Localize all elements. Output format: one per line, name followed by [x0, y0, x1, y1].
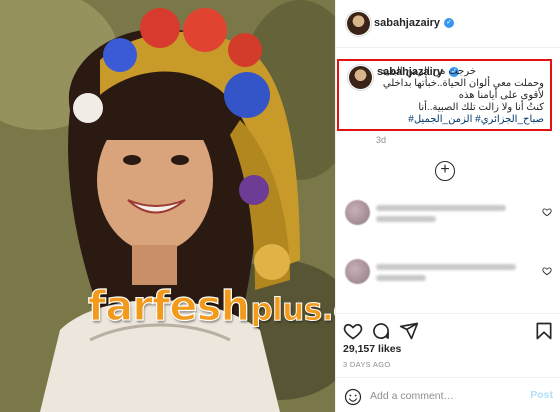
post-date[interactable]: 3 DAYS AGO [343, 360, 390, 369]
caption-hashtags[interactable]: صباح_الجزائري# الزمن_الجميل# [408, 114, 544, 126]
save-icon[interactable] [534, 321, 554, 341]
watermark-main: farfesh [87, 281, 250, 330]
caption-line-1: خرجت من الزمن البعيد [380, 66, 476, 77]
comment-item [336, 256, 560, 290]
header-username[interactable]: sabahjazairy [374, 17, 440, 29]
comment-like-icon[interactable] [542, 266, 552, 276]
share-icon[interactable] [399, 321, 419, 341]
verified-icon: ✓ [444, 18, 454, 28]
emoji-icon[interactable] [344, 388, 362, 406]
like-icon[interactable] [343, 321, 363, 341]
comment-avatar[interactable] [345, 200, 370, 225]
post-header: sabahjazairy ✓ [336, 0, 560, 48]
comment-item [336, 197, 560, 231]
comment-avatar[interactable] [345, 259, 370, 284]
comment-like-icon[interactable] [542, 207, 552, 217]
comment-text-blurred [376, 216, 436, 222]
add-circle-icon[interactable]: + [435, 161, 455, 181]
caption-line-4: كنتُ أنا ولا زالت تلك الصبية..أنا [418, 102, 544, 113]
comment-icon[interactable] [371, 321, 391, 341]
caption-line-2: وحملت معي ألوان الحياة..خبأتها بداخلي [382, 78, 544, 89]
caption-age: 3d [376, 135, 387, 145]
post-comment-button[interactable]: Post [530, 389, 553, 401]
comment-text-blurred [376, 205, 506, 211]
caption-highlight: sabahjazairy ✓ خرجت من الزمن البعيد وحمل… [337, 59, 552, 131]
comment-text-blurred [376, 275, 426, 281]
comment-input[interactable] [370, 387, 520, 405]
add-comment-bar: Post [336, 377, 560, 412]
header-avatar[interactable] [345, 10, 372, 37]
action-bar [336, 313, 560, 341]
post-image[interactable]: farfesh plus.com [0, 0, 335, 412]
caption-line-3: لأقوى على أيامنا هذه [458, 90, 544, 101]
post-side-panel: sabahjazairy ✓ sabahjazairy ✓ خرجت من ال… [335, 0, 560, 412]
post-photo-illustration [0, 0, 335, 412]
comment-text-blurred [376, 264, 516, 270]
likes-count[interactable]: 29,157 likes [343, 343, 401, 355]
caption-avatar[interactable] [347, 64, 374, 91]
watermark: farfesh plus.com [87, 281, 335, 330]
watermark-sub: plus.com [250, 292, 335, 329]
